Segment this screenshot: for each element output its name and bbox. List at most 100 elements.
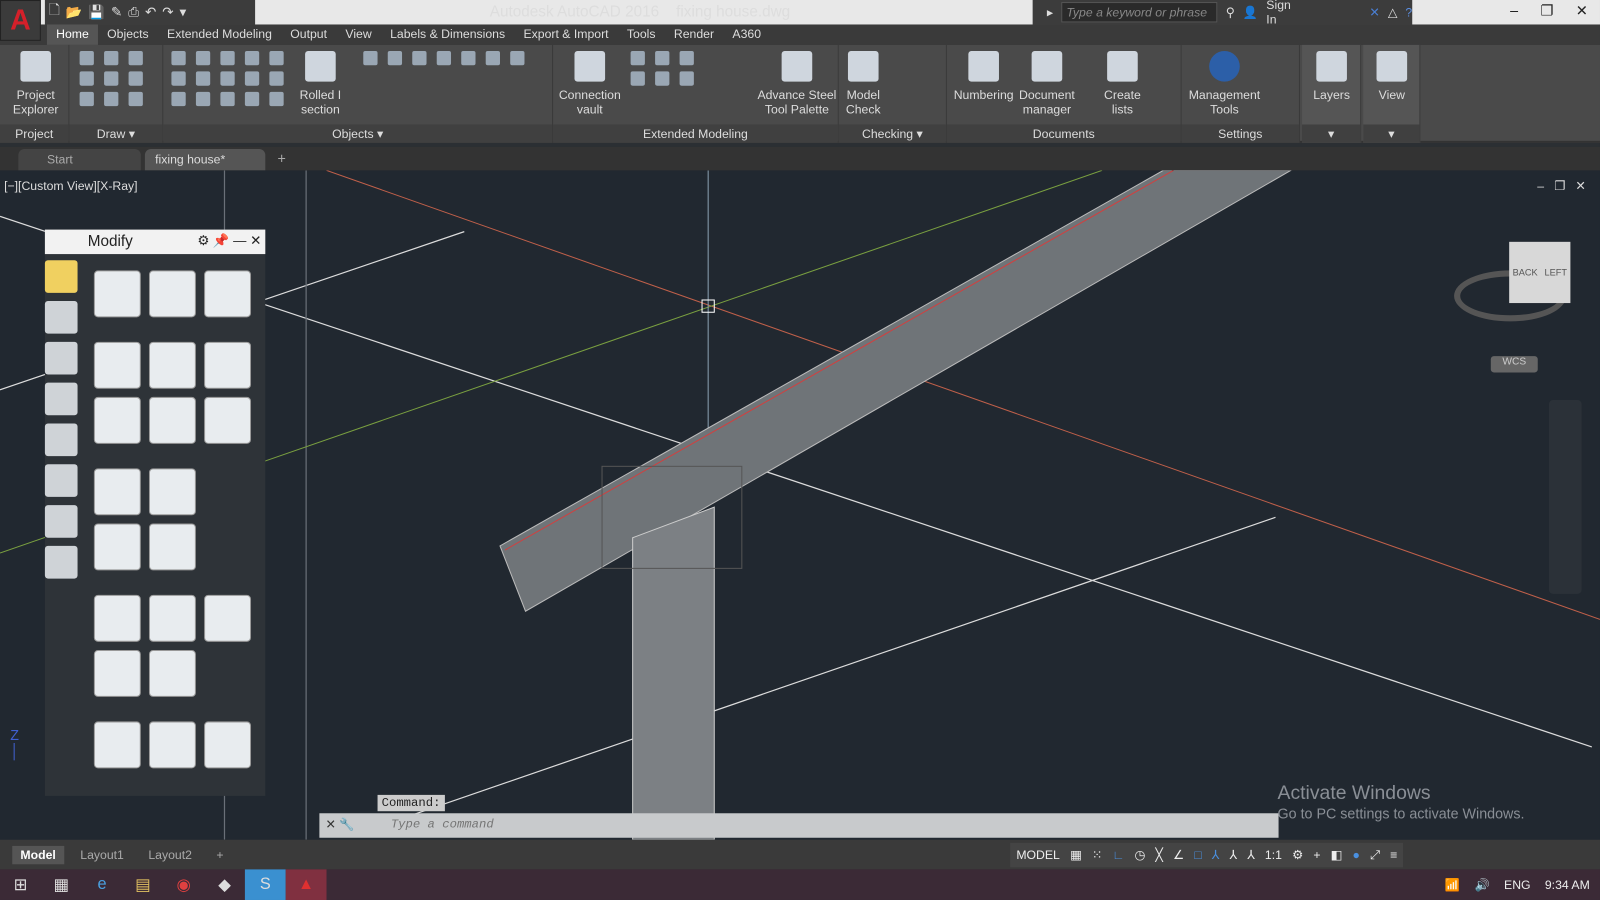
wcs-menu[interactable]: WCS xyxy=(1490,356,1538,373)
snap-icon[interactable]: ⁙ xyxy=(1092,848,1102,862)
corner-icon[interactable] xyxy=(485,51,500,66)
cold-rolled-icon[interactable] xyxy=(269,91,284,107)
customize-icon[interactable]: ≡ xyxy=(1390,848,1397,862)
line-icon[interactable] xyxy=(104,71,119,86)
portal-icon[interactable] xyxy=(655,51,670,66)
tab-export-import[interactable]: Export & Import xyxy=(514,24,617,44)
palette-tab-pencil[interactable] xyxy=(44,260,78,293)
stair-icon[interactable] xyxy=(244,71,260,86)
explorer-icon[interactable]: ▤ xyxy=(122,869,163,900)
cage-icon[interactable] xyxy=(244,91,260,107)
viewcube-box[interactable]: BACK LEFT xyxy=(1509,241,1571,304)
layers-button[interactable]: Layers ▾ xyxy=(1302,44,1362,143)
help-icon[interactable]: ? xyxy=(1405,5,1412,19)
polyline-icon[interactable] xyxy=(79,51,94,66)
layers-dropdown-icon[interactable]: ▾ xyxy=(1302,124,1361,143)
cube-tool[interactable] xyxy=(204,396,252,444)
palette-tab-dimension[interactable] xyxy=(44,382,78,416)
house-icon[interactable] xyxy=(679,51,694,66)
binoculars-icon[interactable]: ⚲ xyxy=(1226,5,1235,19)
plate-tool-icon[interactable] xyxy=(363,51,378,66)
tab-start[interactable]: Start xyxy=(18,148,141,171)
tab-labels-dimensions[interactable]: Labels & Dimensions xyxy=(381,24,514,44)
network-icon[interactable]: 📶 xyxy=(1445,878,1460,892)
chrome-icon[interactable]: ◉ xyxy=(163,869,204,900)
annotation-icon[interactable]: ⅄ xyxy=(1212,848,1219,862)
house2-icon[interactable] xyxy=(679,71,694,86)
weld-icon[interactable] xyxy=(220,71,235,86)
autocad-taskbar-icon[interactable]: ▲ xyxy=(285,869,327,900)
numbering-button[interactable]: Numbering xyxy=(951,49,1016,102)
tab-model[interactable]: Model xyxy=(12,845,64,864)
settings-icon[interactable]: ⚙ xyxy=(197,233,209,248)
management-tools-button[interactable]: Management Tools xyxy=(1184,49,1266,116)
search-input[interactable]: Type a keyword or phrase xyxy=(1061,2,1218,23)
polygon-icon[interactable] xyxy=(79,91,94,107)
viewport-controls[interactable]: [−][Custom View][X-Ray] xyxy=(4,179,137,193)
autoscale-icon[interactable]: ⅄ xyxy=(1230,848,1237,862)
arc-icon[interactable] xyxy=(104,51,119,66)
minimize-icon[interactable]: – xyxy=(1537,179,1544,193)
new-icon[interactable]: 🗋 xyxy=(49,1,60,23)
document-manager-button[interactable]: Document manager xyxy=(1016,49,1077,116)
clock-icon[interactable] xyxy=(171,91,186,107)
panel-label[interactable]: Checking ▾ xyxy=(838,124,946,143)
annotation-scale[interactable]: 1:1 xyxy=(1265,848,1282,862)
clock[interactable]: 9:34 AM xyxy=(1545,878,1590,892)
restore-icon[interactable]: ❐ xyxy=(1541,2,1554,19)
close-icon[interactable]: ✕ xyxy=(1575,179,1585,193)
beam-icon[interactable] xyxy=(220,51,235,66)
isolate-icon[interactable]: ◧ xyxy=(1331,848,1343,862)
plus-icon[interactable]: + xyxy=(1313,848,1320,862)
offset-tool[interactable] xyxy=(148,649,196,697)
truss2-icon[interactable] xyxy=(655,71,670,86)
copy-tool[interactable] xyxy=(148,270,196,318)
pattern-icon[interactable] xyxy=(461,51,476,66)
break-tool[interactable] xyxy=(148,468,196,516)
tab-view[interactable]: View xyxy=(336,24,381,44)
close-command-icon[interactable]: ✕ 🔧 xyxy=(326,817,355,831)
redo-icon[interactable]: ↷ xyxy=(162,4,173,20)
minimize-icon[interactable]: — xyxy=(233,233,246,248)
curve-icon[interactable] xyxy=(128,51,143,66)
joint-icon[interactable] xyxy=(195,71,211,86)
advance-steel-tool-palette-button[interactable]: Advance Steel Tool Palette xyxy=(757,49,837,116)
join-tool[interactable] xyxy=(93,468,141,516)
polar-icon[interactable]: ◷ xyxy=(1135,848,1146,862)
skype-icon[interactable]: S xyxy=(244,869,286,900)
tab-layout2[interactable]: Layout2 xyxy=(140,845,200,863)
rotate-tool[interactable] xyxy=(93,341,141,389)
panel-label[interactable]: Draw ▾ xyxy=(69,124,163,143)
rail-icon[interactable] xyxy=(269,71,284,86)
cope-icon[interactable] xyxy=(412,51,427,66)
palette-tab-bend[interactable] xyxy=(44,505,78,538)
grid-icon[interactable]: ▦ xyxy=(1070,848,1082,862)
tab-fixing-house[interactable]: fixing house* × xyxy=(144,148,266,181)
close-icon[interactable]: ✕ xyxy=(250,233,261,248)
palette-tab-tools[interactable] xyxy=(44,301,78,334)
edit-polyline-tool[interactable] xyxy=(148,721,196,769)
tab-extended-modeling[interactable]: Extended Modeling xyxy=(158,24,281,44)
expand-icon[interactable]: ▸ xyxy=(1047,5,1053,19)
truss-icon[interactable] xyxy=(195,91,211,107)
application-menu-button[interactable]: A xyxy=(0,0,41,41)
tab-output[interactable]: Output xyxy=(281,24,336,44)
customize-icon[interactable]: ▾ xyxy=(180,4,187,20)
ie-icon[interactable]: e xyxy=(82,869,123,900)
palette-tab-plate[interactable] xyxy=(44,545,78,579)
drawing-viewport[interactable]: [−][Custom View][X-Ray] – ❐ ✕ BACK LEFT WCS… xyxy=(0,170,1600,840)
bracing-icon[interactable] xyxy=(220,91,235,107)
frame-icon[interactable] xyxy=(630,51,645,66)
object-snap-icon[interactable]: ∠ xyxy=(1173,848,1184,862)
workspace-gear-icon[interactable]: ⚙ xyxy=(1292,848,1303,862)
bolt-icon[interactable] xyxy=(269,51,284,66)
align-tool[interactable] xyxy=(204,594,252,642)
rolled-section-button[interactable]: Rolled I section xyxy=(292,49,349,116)
solid-edit-tool[interactable] xyxy=(204,721,252,769)
language-indicator[interactable]: ENG xyxy=(1504,878,1531,892)
command-input[interactable] xyxy=(390,817,1208,832)
lengthen-tool[interactable] xyxy=(93,721,141,769)
palette-tab-select[interactable] xyxy=(44,423,78,457)
volume-icon[interactable]: 🔊 xyxy=(1474,878,1489,892)
cut-icon[interactable] xyxy=(436,51,452,66)
